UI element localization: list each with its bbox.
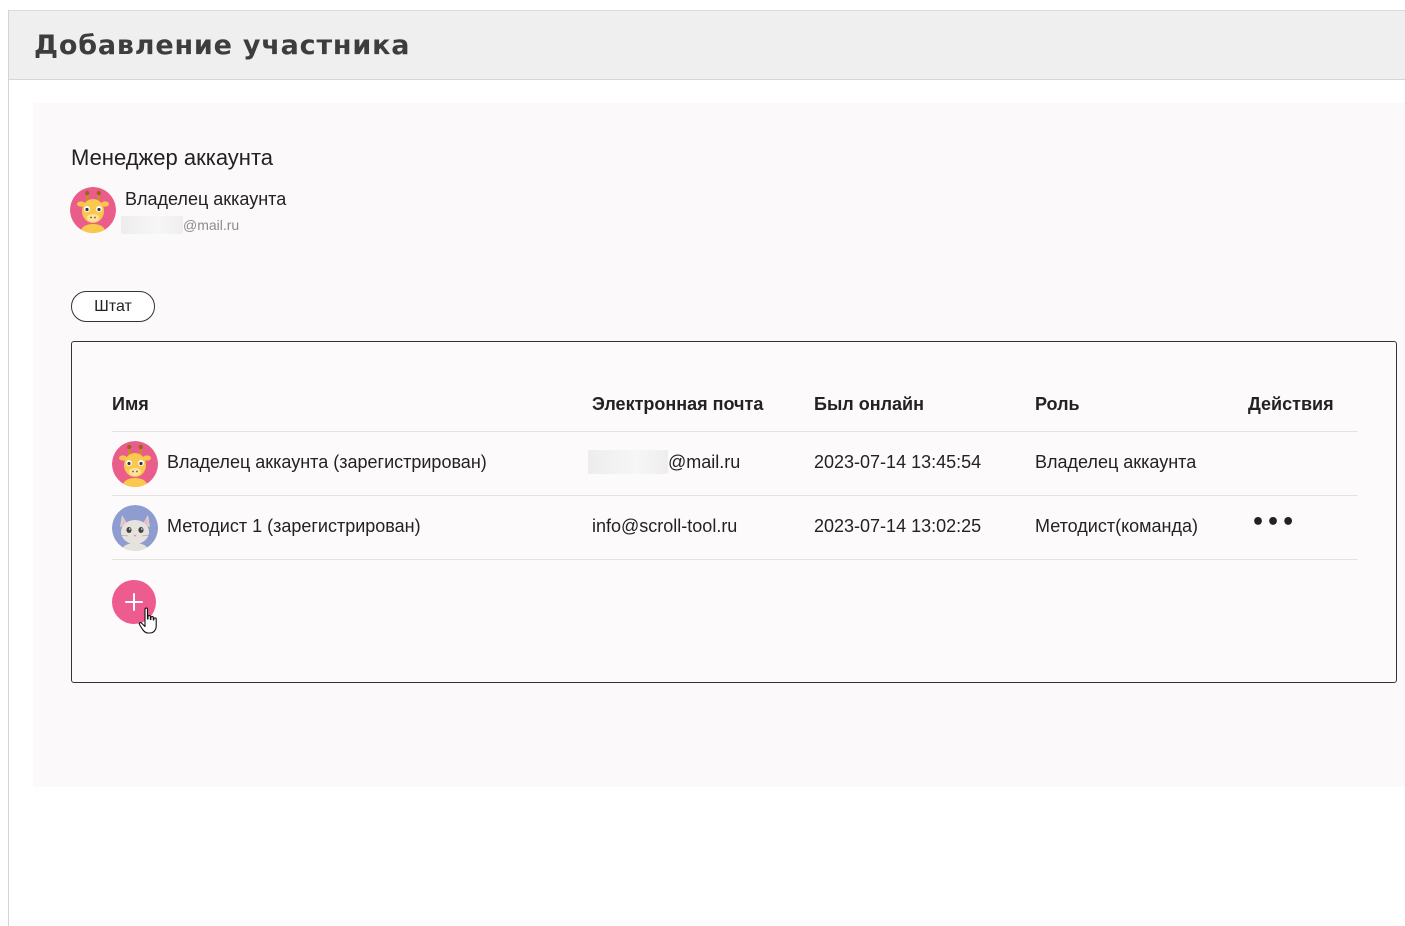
cat-avatar-icon xyxy=(112,505,158,551)
owner-email-domain: @mail.ru xyxy=(183,217,240,233)
members-table: Имя Электронная почта Был онлайн Роль Де… xyxy=(71,341,1397,683)
member-email: @mail.ru xyxy=(588,450,740,474)
owner-name: Владелец аккаунта xyxy=(125,189,287,209)
table-row: Владелец аккаунта (зарегистрирован) @mai… xyxy=(112,431,1358,496)
redacted-email-blur xyxy=(588,450,668,474)
owner-email: @mail.ru xyxy=(121,215,239,235)
more-dots-icon[interactable]: ••• xyxy=(1251,510,1296,535)
member-name: Владелец аккаунта (зарегистрирован) xyxy=(167,452,487,472)
row-divider xyxy=(112,559,1358,560)
member-role: Владелец аккаунта xyxy=(1035,452,1197,472)
member-role: Методист(команда) xyxy=(1035,516,1198,536)
column-header-actions: Действия xyxy=(1248,394,1334,414)
redacted-email-blur xyxy=(121,216,183,234)
member-last-online: 2023-07-14 13:45:54 xyxy=(814,452,982,472)
giraffe-avatar-icon xyxy=(112,441,158,487)
member-last-online: 2023-07-14 13:02:25 xyxy=(814,516,982,536)
member-name: Методист 1 (зарегистрирован) xyxy=(167,516,421,536)
column-header-name: Имя xyxy=(112,394,149,414)
member-email: info@scroll-tool.ru xyxy=(592,516,738,536)
tab-staff[interactable]: Штат xyxy=(71,291,155,322)
column-header-last-online: Был онлайн xyxy=(814,394,924,414)
manager-section-title: Менеджер аккаунта xyxy=(71,145,274,170)
hand-cursor-icon xyxy=(138,607,157,634)
member-email-domain: @mail.ru xyxy=(668,451,741,472)
page-header: Добавление участника xyxy=(9,10,1405,80)
content-panel: Менеджер аккаунта Владелец аккаунта @mai… xyxy=(33,103,1405,787)
giraffe-avatar-icon xyxy=(70,187,116,233)
column-header-email: Электронная почта xyxy=(592,394,764,414)
table-row: Методист 1 (зарегистрирован) info@scroll… xyxy=(112,495,1358,560)
page-border xyxy=(8,10,9,926)
page-title: Добавление участника xyxy=(34,30,411,61)
column-header-role: Роль xyxy=(1035,394,1080,414)
